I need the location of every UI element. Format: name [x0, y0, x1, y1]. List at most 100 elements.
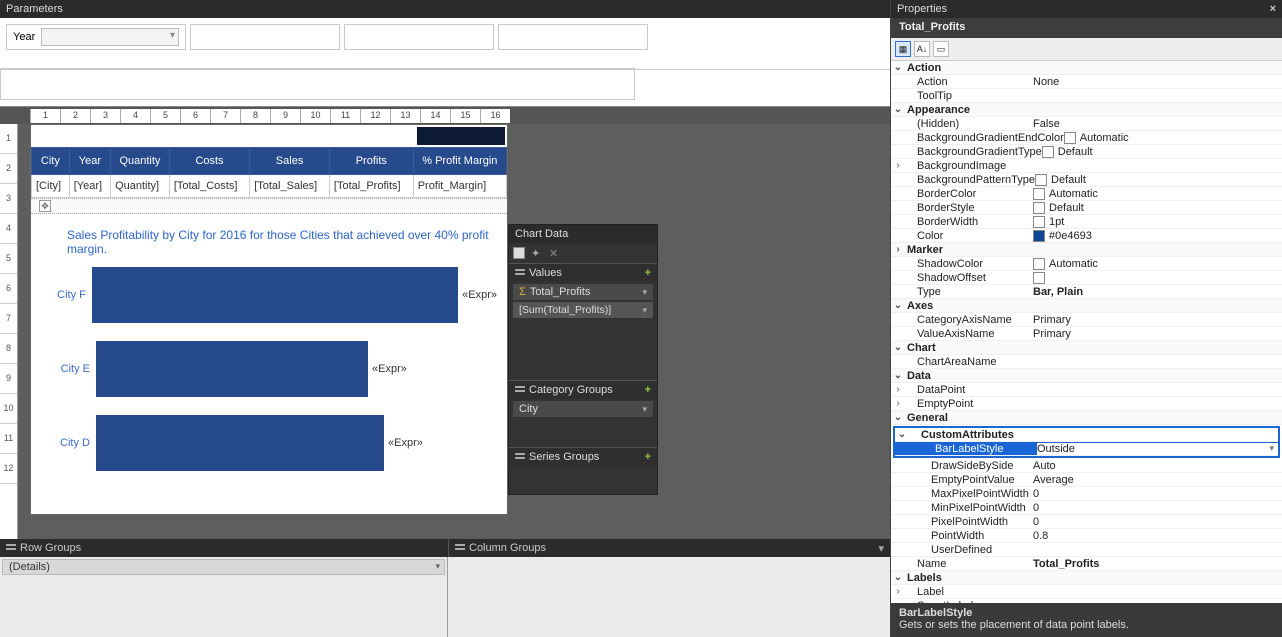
move-handle-icon[interactable]: ✥ — [39, 200, 51, 212]
val-shadow-offset[interactable] — [1033, 272, 1282, 284]
prop-max-px[interactable]: MaxPixelPointWidth — [905, 488, 1033, 500]
table-header[interactable]: City — [32, 148, 70, 175]
prop-draw-side[interactable]: DrawSideBySide — [905, 460, 1033, 472]
prop-shadow-color[interactable]: ShadowColor — [905, 258, 1033, 270]
chart-title[interactable]: Sales Profitability by City for 2016 for… — [31, 214, 507, 264]
alphabetical-button[interactable]: A↓ — [914, 41, 930, 57]
prop-border-color[interactable]: BorderColor — [905, 188, 1033, 200]
expand-icon[interactable]: ⌄ — [895, 429, 909, 440]
prop-pt-width[interactable]: PointWidth — [905, 530, 1033, 542]
chart-bar[interactable] — [92, 267, 458, 323]
prop-empty-pt-val[interactable]: EmptyPointValue — [905, 474, 1033, 486]
val-type[interactable]: Bar, Plain — [1033, 286, 1282, 298]
table-cell[interactable]: [Year] — [69, 175, 110, 198]
expand-icon[interactable]: ⌄ — [891, 342, 905, 353]
prop-bg-pattern[interactable]: BackgroundPatternType — [905, 174, 1035, 186]
table-cell[interactable]: Quantity] — [111, 175, 170, 198]
chevron-down-icon[interactable]: ▾ — [642, 305, 647, 316]
val-empty-pt-val[interactable]: Average — [1033, 474, 1282, 486]
values-field-total-profits[interactable]: Σ Total_Profits ▾ — [513, 284, 653, 300]
val-shadow-color[interactable]: Automatic — [1033, 258, 1282, 270]
prop-bg-grad-endcolor[interactable]: BackgroundGradientEndColor — [905, 132, 1064, 144]
table-header[interactable]: Profits — [329, 148, 413, 175]
cd-gear-icon[interactable]: ✦ — [531, 247, 543, 259]
val-bg-pattern[interactable]: Default — [1035, 174, 1282, 186]
prop-tooltip[interactable]: ToolTip — [905, 90, 1033, 102]
chart-bar-row[interactable]: City F«Expr» — [41, 264, 497, 326]
param-blank-wide[interactable] — [0, 68, 635, 100]
table-cell[interactable]: Profit_Margin] — [413, 175, 506, 198]
val-bar-label-style[interactable]: Outside — [1037, 443, 1278, 455]
prop-border-width[interactable]: BorderWidth — [905, 216, 1033, 228]
expand-icon[interactable]: › — [891, 160, 905, 171]
property-pages-button[interactable]: ▭ — [933, 41, 949, 57]
expand-icon[interactable]: ⌄ — [891, 572, 905, 583]
prop-datapoint[interactable]: DataPoint — [905, 384, 1033, 396]
val-color[interactable]: #0e4693 — [1033, 230, 1282, 242]
table-cell[interactable]: [City] — [32, 175, 70, 198]
chart-bar-row[interactable]: City D«Expr» — [41, 412, 497, 474]
val-border-style[interactable]: Default — [1033, 202, 1282, 214]
val-min-px[interactable]: 0 — [1033, 502, 1282, 514]
table-header[interactable]: Year — [69, 148, 110, 175]
val-pt-width[interactable]: 0.8 — [1033, 530, 1282, 542]
close-icon[interactable]: × — [1270, 3, 1276, 15]
prop-shadow-offset[interactable]: ShadowOffset — [905, 272, 1033, 284]
chart-bar[interactable] — [96, 415, 384, 471]
cd-grid-icon[interactable] — [513, 247, 525, 259]
prop-type[interactable]: Type — [905, 286, 1033, 298]
prop-chart-area[interactable]: ChartAreaName — [905, 356, 1033, 368]
prop-px-width[interactable]: PixelPointWidth — [905, 516, 1033, 528]
table-header[interactable]: Sales — [250, 148, 330, 175]
table-header[interactable]: Quantity — [111, 148, 170, 175]
data-table[interactable]: CityYearQuantityCostsSalesProfits% Profi… — [31, 147, 507, 198]
row-handle[interactable]: ✥ — [31, 198, 507, 214]
design-surface[interactable]: 1234 5678 9101112 CityYearQuantityCostsS… — [0, 124, 890, 539]
expand-icon[interactable]: › — [891, 384, 905, 395]
val-name[interactable]: Total_Profits — [1033, 558, 1282, 570]
expand-icon[interactable]: › — [891, 398, 905, 409]
param-blank-1[interactable] — [190, 24, 340, 50]
categorized-button[interactable]: ▦ — [895, 41, 911, 57]
expand-icon[interactable]: › — [891, 586, 905, 597]
prop-bar-label-style-row[interactable]: BarLabelStyle Outside — [895, 442, 1278, 456]
table-header[interactable]: Costs — [169, 148, 249, 175]
prop-user-def[interactable]: UserDefined — [905, 544, 1033, 556]
val-max-px[interactable]: 0 — [1033, 488, 1282, 500]
val-hidden[interactable]: False — [1033, 118, 1282, 130]
table-cell[interactable]: [Total_Costs] — [169, 175, 249, 198]
val-action[interactable]: None — [1033, 76, 1282, 88]
param-blank-2[interactable] — [344, 24, 494, 50]
prop-border-style[interactable]: BorderStyle — [905, 202, 1033, 214]
prop-action[interactable]: Action — [905, 76, 1033, 88]
table-cell[interactable]: [Total_Sales] — [250, 175, 330, 198]
category-add-button[interactable]: + — [645, 384, 651, 396]
values-add-button[interactable]: + — [645, 267, 651, 279]
expand-icon[interactable]: › — [891, 244, 905, 255]
val-draw-side[interactable]: Auto — [1033, 460, 1282, 472]
val-bg-grad-endcolor[interactable]: Automatic — [1064, 132, 1282, 144]
prop-color[interactable]: Color — [905, 230, 1033, 242]
val-bg-grad-type[interactable]: Default — [1042, 146, 1282, 158]
chart-area[interactable]: City F«Expr»City E«Expr»City D«Expr» — [31, 264, 507, 514]
expand-icon[interactable]: ⌄ — [891, 104, 905, 115]
prop-bg-grad-type[interactable]: BackgroundGradientType — [905, 146, 1042, 158]
values-expression[interactable]: [Sum(Total_Profits)] ▾ — [513, 302, 653, 318]
val-border-width[interactable]: 1pt — [1033, 216, 1282, 228]
table-cell[interactable]: [Total_Profits] — [329, 175, 413, 198]
row-group-details[interactable]: (Details) — [2, 559, 445, 575]
prop-label[interactable]: Label — [905, 586, 1033, 598]
cd-delete-icon[interactable]: ✕ — [549, 247, 561, 259]
chart-data-panel[interactable]: Chart Data ✦ ✕ Values + Σ Total_Profits — [508, 224, 658, 495]
chevron-down-icon[interactable]: ▾ — [642, 404, 647, 415]
chevron-down-icon[interactable]: ▾ — [642, 287, 647, 298]
chart-bar[interactable] — [96, 341, 368, 397]
prop-bg-image[interactable]: BackgroundImage — [905, 160, 1033, 172]
prop-min-px[interactable]: MinPixelPointWidth — [905, 502, 1033, 514]
val-val-axis[interactable]: Primary — [1033, 328, 1282, 340]
prop-name[interactable]: Name — [905, 558, 1033, 570]
val-border-color[interactable]: Automatic — [1033, 188, 1282, 200]
properties-grid[interactable]: ⌄Action ActionNone ToolTip ⌄Appearance (… — [891, 61, 1282, 603]
groups-menu-chevron[interactable]: ▾ — [878, 542, 884, 555]
report-body[interactable]: CityYearQuantityCostsSalesProfits% Profi… — [30, 124, 508, 515]
